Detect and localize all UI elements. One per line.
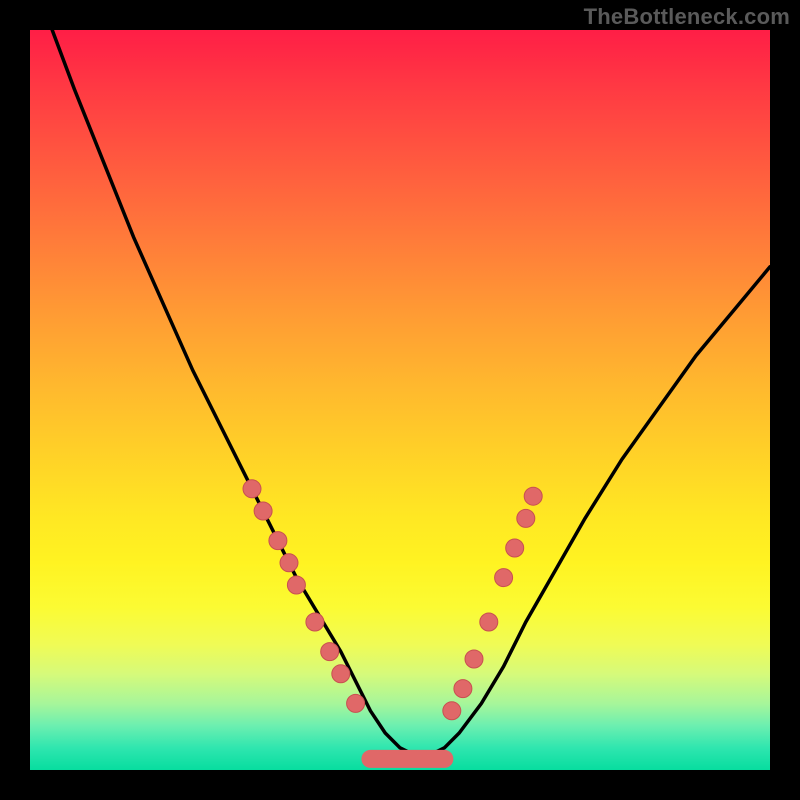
data-point: [254, 502, 272, 520]
data-point: [517, 509, 535, 527]
data-point: [269, 532, 287, 550]
data-point: [524, 487, 542, 505]
data-point: [332, 665, 350, 683]
data-point: [243, 480, 261, 498]
data-point: [465, 650, 483, 668]
data-point: [306, 613, 324, 631]
data-point: [506, 539, 524, 557]
data-point: [454, 680, 472, 698]
curve-layer: [30, 30, 770, 770]
chart-frame: TheBottleneck.com: [0, 0, 800, 800]
data-point: [495, 569, 513, 587]
data-point: [321, 643, 339, 661]
watermark-text: TheBottleneck.com: [584, 4, 790, 30]
bottleneck-curve: [52, 30, 770, 755]
data-point: [347, 694, 365, 712]
plot-area: [30, 30, 770, 770]
data-point: [280, 554, 298, 572]
data-point: [480, 613, 498, 631]
data-points-group: [243, 480, 542, 720]
data-point: [443, 702, 461, 720]
data-point: [287, 576, 305, 594]
